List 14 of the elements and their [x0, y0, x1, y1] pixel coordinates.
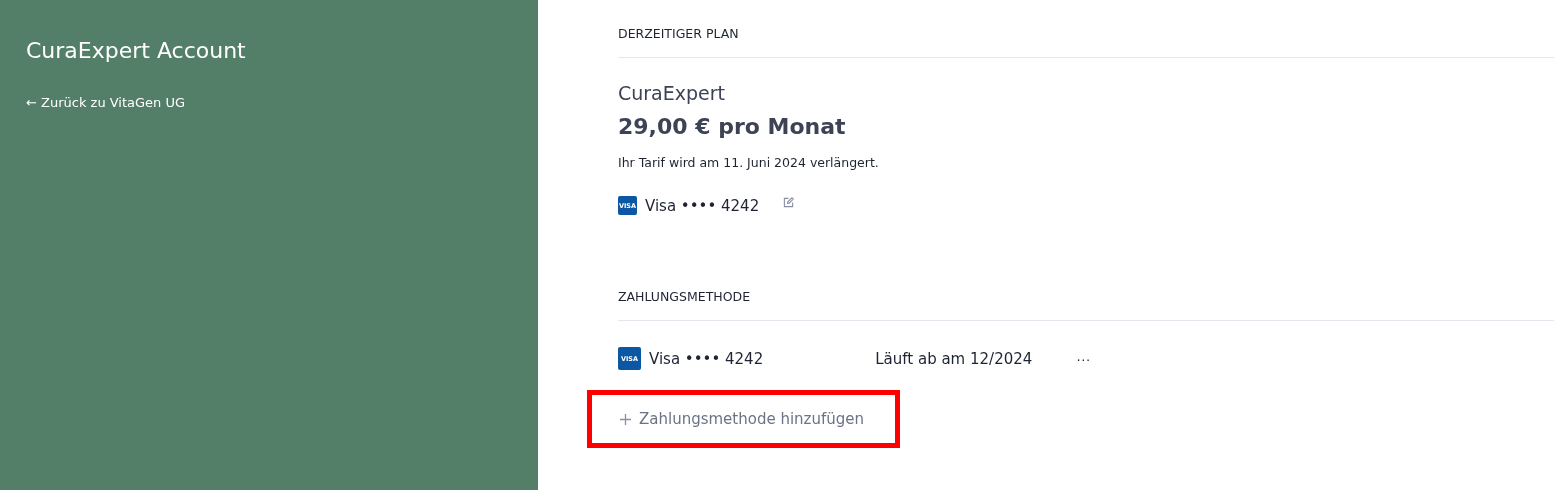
section-heading: ZAHLUNGSMETHODE: [618, 289, 1554, 321]
plan-name: CuraExpert: [618, 82, 727, 104]
section-heading: DERZEITIGER PLAN: [618, 26, 1554, 58]
back-link[interactable]: ← Zurück zu VitaGen UG: [26, 95, 512, 110]
more-menu-button[interactable]: ···: [1072, 350, 1095, 367]
card-label: Visa •••• 4242: [649, 349, 764, 368]
plus-icon: [620, 413, 631, 425]
card-label: Visa •••• 4242: [645, 196, 760, 215]
expiry-date: Läuft ab am 12/2024: [875, 349, 1033, 368]
edit-icon[interactable]: [783, 197, 795, 208]
renewal-note: Ihr Tarif wird am 11. Juni 2024 verlängert.: [618, 155, 880, 170]
plan-price: 29,00 € pro Monat: [618, 114, 847, 139]
account-title: CuraExpert Account: [26, 38, 247, 63]
add-payment-method-button[interactable]: Zahlungsmethode hinzufügen: [587, 390, 900, 448]
